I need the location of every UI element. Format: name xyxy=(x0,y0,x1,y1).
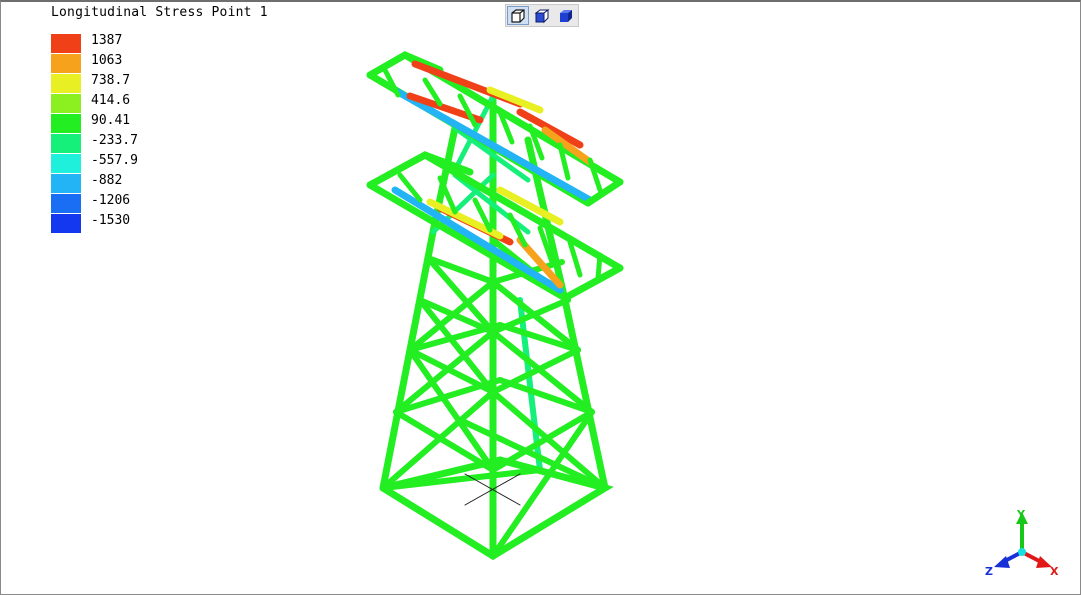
z-axis-label: Z xyxy=(985,565,993,578)
x-axis-arrow xyxy=(1021,550,1052,568)
x-axis-label: X xyxy=(1050,565,1059,578)
axis-triad: Y X Z xyxy=(985,508,1059,578)
z-axis-arrow xyxy=(994,550,1023,568)
y-axis-label: Y xyxy=(1016,508,1026,521)
axis-origin xyxy=(1018,548,1026,556)
